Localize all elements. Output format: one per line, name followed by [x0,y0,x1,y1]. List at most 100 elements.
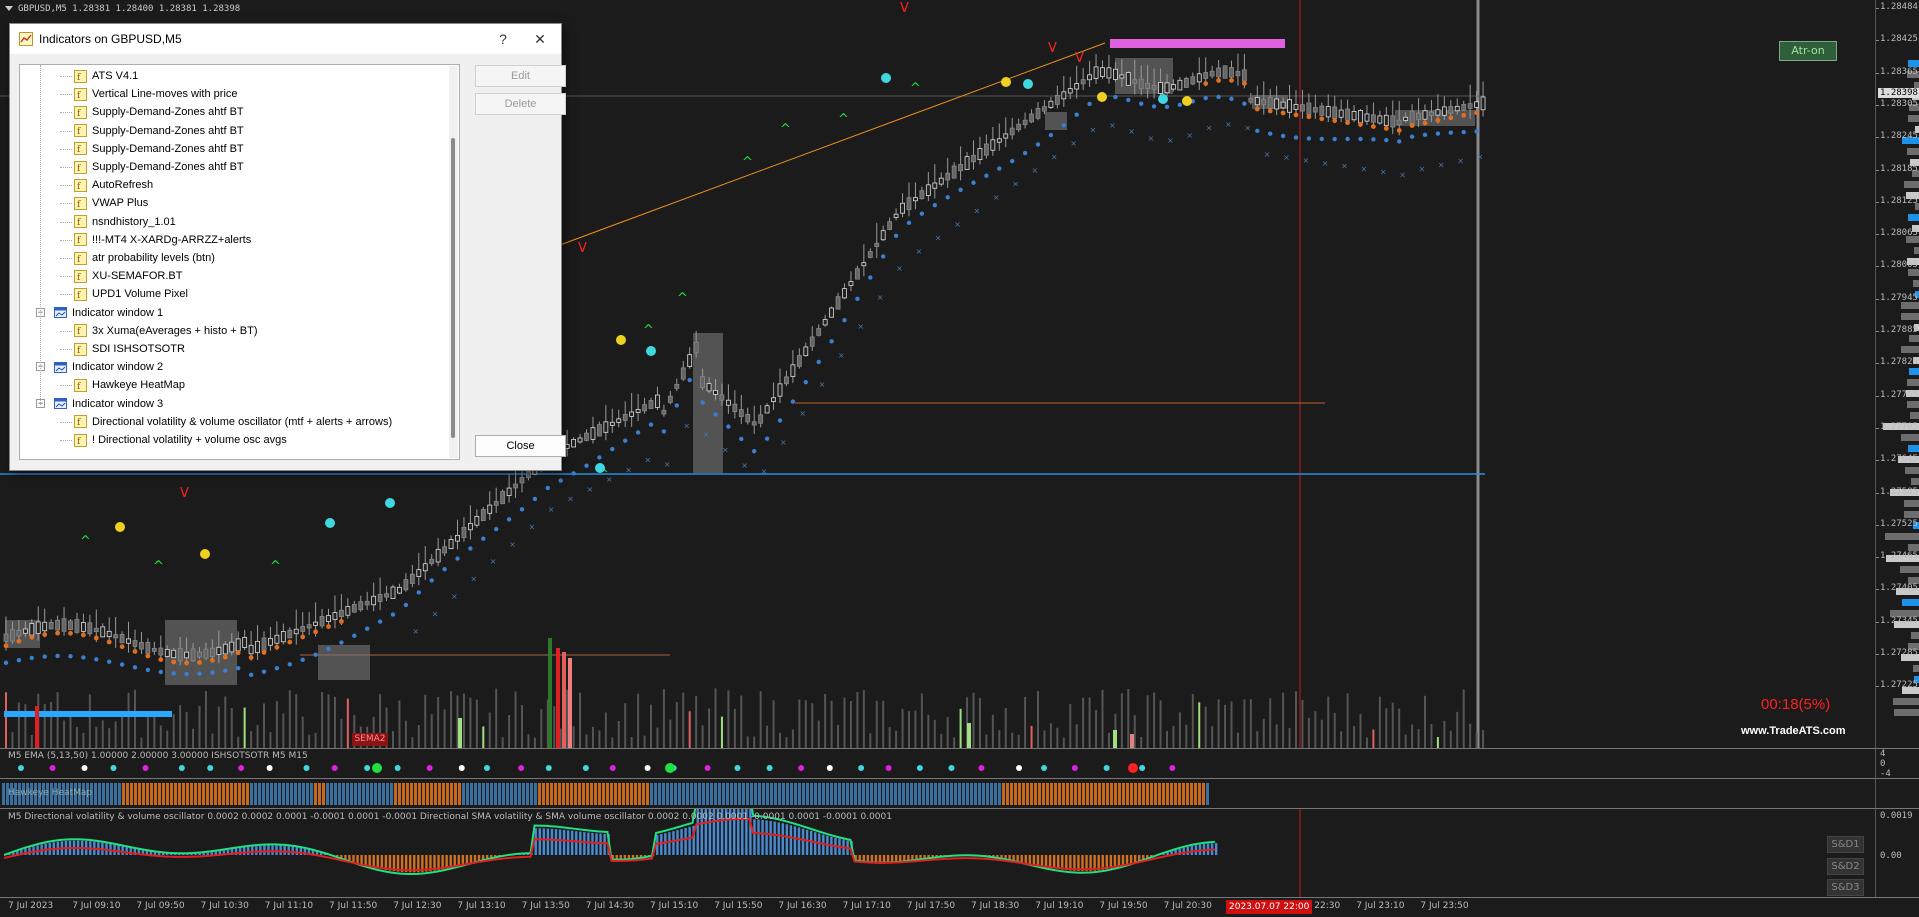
candle [913,197,918,202]
volume-bar [940,733,943,748]
time-axis[interactable]: 7 Jul 2023 7 Jul 09:10 7 Jul 09:50 7 Jul 10… [0,897,1919,917]
signal-dot [545,765,552,771]
indicators-dialog[interactable]: Indicators on GBPUSD,M5 ? ✕ f ATS V4.1 f Ve… [9,23,566,471]
trail-dot [236,665,241,671]
heatmap-cell [1122,783,1125,805]
cyan-signal-dot [881,73,891,83]
candle [106,630,112,638]
volume-bar [1069,704,1072,748]
tree-window-node[interactable]: Indicator window 1 [54,304,163,322]
heatmap-cell [534,783,537,805]
close-button[interactable]: Close [475,435,566,457]
tree-indicator-item[interactable]: f Supply-Demand-Zones ahtf BT [74,158,244,176]
oscillator-bar [473,855,477,862]
volume-bar [1191,693,1194,748]
tree-connector [60,421,72,423]
trail-dot [816,359,821,365]
window2-axis [1875,778,1919,808]
trail-dot [1048,132,1054,138]
atr-toggle-button[interactable]: Atr-on [1779,41,1837,61]
tree-indicator-item[interactable]: f ATS V4.1 [74,67,138,85]
candle [893,213,899,218]
volume-bar [1288,728,1291,748]
indicator-window-3[interactable]: M5 Directional volatility & volume oscil… [0,808,1875,898]
tree-window-node[interactable]: Indicator window 3 [54,395,163,413]
tree-indicator-item[interactable]: f atr probability levels (btn) [74,249,215,267]
dialog-titlebar[interactable]: Indicators on GBPUSD,M5 ? ✕ [10,24,561,54]
sd2-button[interactable]: S&D2 [1827,858,1864,875]
trail-cross: × [1419,164,1426,173]
edit-button[interactable]: Edit [475,65,566,87]
candle [1267,97,1273,109]
tree-indicator-item[interactable]: f VWAP Plus [74,194,148,212]
heatmap-cell [454,783,457,805]
tree-indicator-item[interactable]: f Hawkeye HeatMap [74,376,185,394]
price-axis[interactable]: 1.28484 1.28425 1.28365 1.28305 1.28245 1.281… [1875,0,1919,748]
heatmap-cell [178,783,181,805]
oscillator-bar [1186,846,1189,855]
chart-menu-arrow-icon[interactable] [5,6,13,11]
indicator-window-2[interactable]: Hawkeye HeatMap [0,778,1875,808]
heatmap-cell [270,783,273,805]
heatmap-cell [646,783,649,805]
orange-dot [68,630,73,636]
candle [409,573,415,584]
dialog-close-icon[interactable]: ✕ [529,28,551,50]
tree-indicator-item[interactable]: f nsndhistory_1.01 [74,213,176,231]
trail-dot [1384,137,1389,143]
oscillator-bar [376,855,379,869]
tree-indicator-item[interactable]: f Supply-Demand-Zones ahtf BT [74,122,244,140]
help-button[interactable]: ? [492,28,514,50]
tree-indicator-item[interactable]: f Supply-Demand-Zones ahtf BT [74,103,244,121]
oscillator-bar [1024,855,1027,863]
heatmap-cell [818,783,821,805]
delete-button[interactable]: Delete [475,93,566,115]
heatmap-cell [994,783,997,805]
trail-cross: × [1148,134,1155,143]
tree-indicator-item[interactable]: f Supply-Demand-Zones ahtf BT [74,140,244,158]
heatmap-cell [374,783,377,805]
heatmap-cell [1202,783,1205,805]
heatmap-cell [1146,783,1149,805]
volume-bar [1075,724,1078,748]
tree-item-label: ! Directional volatility + volume osc av… [92,434,287,447]
volume-bar [172,714,175,748]
trail-dot [365,626,370,631]
oscillator-bar [1044,855,1048,868]
oscillator-bar [1214,843,1218,855]
time-label: 7 Jul 10:30 [200,901,249,911]
indicator-window-1[interactable]: M5 EMA (5,13,50) 1.00000 2.00000 3.00000… [0,748,1875,778]
tree-indicator-item[interactable]: f SDI ISHSOTSOTR [74,340,185,358]
oscillator-bar [591,832,594,855]
tree-indicator-item[interactable]: f ! Directional volatility + volume osc a… [74,431,287,449]
sd1-button[interactable]: S&D1 [1827,836,1864,853]
window1-canvas [17,763,1176,773]
candle [177,648,183,662]
heatmap-cell [966,783,969,805]
candle [384,593,389,598]
tree-indicator-item[interactable]: f XU-SEMAFOR.BT [74,267,182,285]
tree-indicator-item[interactable]: f Vertical Line-moves with price [74,85,238,103]
heatmap-cell [670,783,673,805]
tree-indicator-item[interactable]: f !!!-MT4 X-XARDg-ARRZZ+alerts [74,231,251,249]
tree-indicator-item[interactable]: f Directional volatility & volume oscilla… [74,413,392,431]
buy-arrow: ^ [153,559,164,574]
heatmap-cell [94,783,97,805]
volume-bar [1249,699,1252,748]
trail-cross: × [1128,127,1135,136]
tree-indicator-item[interactable]: f 3x Xuma(eAverages + histo + BT) [74,322,258,340]
candle [461,527,467,538]
tree-indicator-item[interactable]: f UPD1 Volume Pixel [74,285,188,303]
tree-scrollbar[interactable] [449,66,458,458]
sd3-button[interactable]: S&D3 [1827,879,1864,896]
trail-dot [958,187,963,193]
heatmap-cell [914,783,917,805]
tree-window-node[interactable]: Indicator window 2 [54,358,163,376]
scrollbar-thumb[interactable] [451,138,455,438]
heatmap-canvas [2,783,1209,805]
volume-bar [30,735,33,748]
tree-indicator-item[interactable]: f AutoRefresh [74,176,153,194]
candle [435,548,441,563]
candle [1319,105,1325,116]
indicators-tree[interactable]: f ATS V4.1 f Vertical Line-moves with price… [19,64,460,460]
